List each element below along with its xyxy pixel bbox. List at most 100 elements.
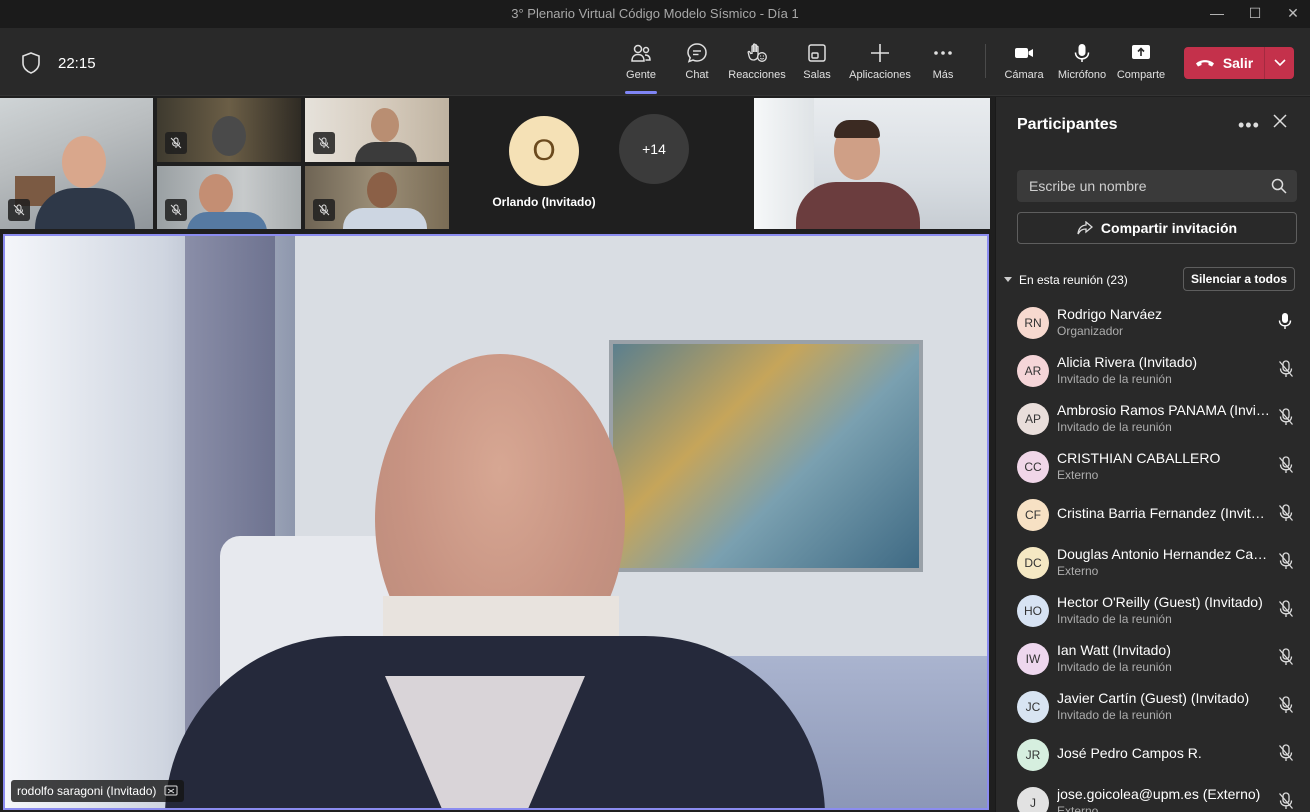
- mic-off-icon: [1279, 504, 1293, 521]
- participant-avatar: CC: [1017, 451, 1049, 483]
- mic-off-icon: [1279, 744, 1293, 761]
- participant-role: Externo: [1057, 804, 1099, 812]
- search-input[interactable]: [1017, 170, 1257, 202]
- apps-button[interactable]: Aplicaciones: [845, 42, 915, 90]
- participant-name: jose.goicolea@upm.es (Externo): [1057, 786, 1261, 802]
- mic-off-icon: [1279, 408, 1293, 425]
- participant-avatar[interactable]: O: [509, 116, 579, 186]
- participant-row[interactable]: JC Javier Cartín (Guest) (Invitado) Invita…: [996, 681, 1310, 729]
- participant-role: Externo: [1057, 468, 1099, 482]
- share-invite-button[interactable]: Compartir invitación: [1017, 212, 1297, 244]
- section-label: En esta reunión (23): [1019, 273, 1128, 287]
- more-label: Más: [932, 69, 954, 81]
- shield-icon[interactable]: [21, 52, 41, 79]
- leave-label: Salir: [1222, 55, 1254, 71]
- participant-row[interactable]: JR José Pedro Campos R.: [996, 729, 1310, 777]
- participant-mic-status: [1278, 744, 1294, 767]
- mic-off-icon: [1279, 792, 1293, 809]
- mic-off-icon: [318, 204, 330, 216]
- share-icon: [1077, 221, 1093, 235]
- more-participants-button[interactable]: +14: [619, 114, 689, 184]
- leave-options-button[interactable]: [1265, 47, 1294, 79]
- participant-avatar: J: [1017, 787, 1049, 812]
- mic-off-icon: [1279, 456, 1293, 473]
- participant-row[interactable]: AP Ambrosio Ramos PANAMA (Invitado) Invita…: [996, 393, 1310, 441]
- caret-down-icon: [1004, 277, 1012, 282]
- participant-row[interactable]: RN Rodrigo Narváez Organizador: [996, 297, 1310, 345]
- participant-name: Douglas Antonio Hernandez Castillo: [1057, 546, 1272, 562]
- muted-badge: [165, 199, 187, 221]
- share-screen-icon: [1132, 45, 1150, 59]
- video-tile-4[interactable]: [157, 166, 301, 229]
- participant-mic-status: [1278, 696, 1294, 719]
- close-pane-button[interactable]: [1272, 113, 1288, 134]
- video-tile-self[interactable]: [754, 98, 990, 229]
- participant-body: [355, 142, 417, 162]
- reactions-icon: [747, 43, 767, 62]
- reactions-button[interactable]: Reacciones: [727, 42, 787, 90]
- mic-button[interactable]: Micrófono: [1054, 42, 1110, 90]
- maximize-button[interactable]: ☐: [1240, 4, 1270, 24]
- hangup-icon: [1195, 60, 1214, 67]
- main-video-stage[interactable]: rodolfo saragoni (Invitado): [3, 234, 989, 810]
- chat-button[interactable]: Chat: [677, 42, 717, 90]
- participant-role: Invitado de la reunión: [1057, 372, 1172, 386]
- video-tile-1[interactable]: [0, 98, 153, 229]
- participant-mic-status: [1278, 648, 1294, 671]
- toolbar-divider: [985, 44, 986, 78]
- more-icon: [934, 51, 952, 55]
- camera-button[interactable]: Cámara: [1002, 42, 1046, 90]
- title-bar: 3° Plenario Virtual Código Modelo Sísmic…: [0, 0, 1310, 28]
- participant-name: Ambrosio Ramos PANAMA (Invitado): [1057, 402, 1272, 418]
- participants-pane: Participantes ••• Compartir invitación E…: [995, 97, 1310, 812]
- window-title: 3° Plenario Virtual Código Modelo Sísmic…: [511, 6, 799, 21]
- mic-off-icon: [170, 137, 182, 149]
- plus-icon: [871, 44, 889, 62]
- participant-name: Rodrigo Narváez: [1057, 306, 1163, 322]
- camera-label: Cámara: [1004, 69, 1044, 81]
- video-tile-3[interactable]: [305, 98, 449, 162]
- participant-row[interactable]: IW Ian Watt (Invitado) Invitado de la reun…: [996, 633, 1310, 681]
- participant-row[interactable]: DC Douglas Antonio Hernandez Castillo Exte…: [996, 537, 1310, 585]
- people-button[interactable]: Gente: [621, 42, 661, 94]
- mute-all-button[interactable]: Silenciar a todos: [1183, 267, 1295, 291]
- participant-row[interactable]: AR Alicia Rivera (Invitado) Invitado de la…: [996, 345, 1310, 393]
- more-button[interactable]: Más: [923, 42, 963, 90]
- leave-button[interactable]: Salir: [1184, 47, 1264, 79]
- participant-head: [199, 174, 233, 214]
- share-screen-button[interactable]: Comparte: [1114, 42, 1168, 90]
- rooms-button[interactable]: Salas: [797, 42, 837, 90]
- participant-mic-status: [1278, 408, 1294, 431]
- people-icon: [631, 44, 651, 62]
- participant-mic-status: [1278, 792, 1294, 812]
- pane-options-icon[interactable]: •••: [1238, 115, 1260, 136]
- participant-mic-status: [1278, 360, 1294, 383]
- camera-icon: [1015, 48, 1033, 58]
- video-tile-2[interactable]: [157, 98, 301, 162]
- participant-name: Ian Watt (Invitado): [1057, 642, 1171, 658]
- people-label: Gente: [626, 69, 656, 81]
- reactions-label: Reacciones: [728, 69, 786, 81]
- video-tile-5[interactable]: [305, 166, 449, 229]
- participant-row[interactable]: CF Cristina Barria Fernandez (Invitado): [996, 489, 1310, 537]
- minimize-button[interactable]: —: [1202, 4, 1232, 24]
- mic-label: Micrófono: [1057, 69, 1107, 81]
- participant-body: [343, 208, 427, 229]
- speaker-name: rodolfo saragoni (Invitado): [17, 784, 157, 798]
- speaker-name-tag: rodolfo saragoni (Invitado): [11, 780, 185, 802]
- mic-icon: [1278, 313, 1292, 329]
- participant-avatar: JR: [1017, 739, 1049, 771]
- participant-row[interactable]: HO Hector O'Reilly (Guest) (Invitado) Invi…: [996, 585, 1310, 633]
- in-meeting-section-header[interactable]: En esta reunión (23): [1004, 273, 1128, 287]
- search-icon[interactable]: [1271, 178, 1287, 194]
- mic-off-icon: [13, 204, 25, 216]
- participant-avatar: DC: [1017, 547, 1049, 579]
- share-invite-label: Compartir invitación: [1100, 220, 1238, 236]
- pane-title: Participantes: [1017, 116, 1118, 133]
- participant-head: [367, 172, 397, 208]
- participant-role: Organizador: [1057, 324, 1124, 338]
- participant-row[interactable]: CC CRISTHIAN CABALLERO Externo: [996, 441, 1310, 489]
- participant-avatar: RN: [1017, 307, 1049, 339]
- participant-row[interactable]: Jjose.goicolea@upm.es (Externo) Externo: [996, 777, 1310, 812]
- close-window-button[interactable]: ✕: [1278, 4, 1308, 24]
